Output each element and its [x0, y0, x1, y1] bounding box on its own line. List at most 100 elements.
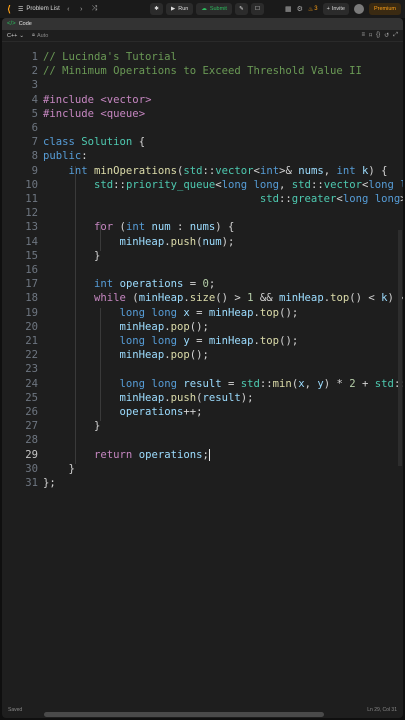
code-token: ) * — [323, 377, 350, 390]
code-line[interactable]: 3 — [2, 78, 403, 92]
code-token: // Minimum Operations to Exceed Threshol… — [43, 65, 362, 78]
code-line[interactable]: 18 while (minHeap.size() > 1 && minHeap.… — [2, 291, 403, 305]
code-line[interactable]: 9 int minOperations(std::vector<int>& nu… — [2, 164, 403, 178]
code-line[interactable]: 10 std::priority_queue<long long, std::v… — [2, 178, 403, 192]
chat-button[interactable]: ☐ — [250, 3, 264, 15]
line-number: 31 — [25, 477, 38, 489]
code-token: std — [94, 178, 114, 191]
run-button[interactable]: ▶ Run — [166, 3, 194, 15]
code-line[interactable]: 31}; — [2, 476, 403, 490]
code-line[interactable]: 1 // Lucinda's Tutorial — [2, 50, 403, 64]
code-token: ++; — [183, 406, 203, 418]
line-number: 10 — [25, 178, 38, 191]
notes-button[interactable]: ✎ — [234, 3, 248, 15]
submit-button[interactable]: ☁ Submit — [196, 3, 232, 15]
format-icon[interactable]: ≡ — [362, 32, 366, 39]
code-token: minHeap — [119, 235, 165, 248]
code-line[interactable]: 29 return operations; — [2, 448, 403, 462]
line-number: 21 — [25, 335, 38, 347]
code-token: std — [259, 193, 279, 205]
premium-button[interactable]: Premium — [368, 3, 401, 15]
code-token: vector — [215, 164, 254, 177]
run-controls: ✱ ▶ Run ☁ Submit ✎ ☐ — [150, 3, 264, 15]
code-line[interactable]: 25 minHeap.push(result); — [2, 391, 403, 405]
debug-button[interactable]: ✱ — [150, 3, 163, 15]
shuffle-icon[interactable]: ⤨ — [90, 5, 99, 13]
fullscreen-icon[interactable]: ⤢ — [393, 32, 398, 39]
reset-icon[interactable]: ↺ — [384, 32, 389, 39]
code-token: = — [189, 306, 209, 319]
code-line[interactable]: 17 int operations = 0; — [2, 277, 403, 291]
prev-problem-icon[interactable]: ‹ — [64, 6, 73, 13]
code-token: push — [170, 235, 197, 248]
code-token: : — [81, 150, 88, 163]
code-line[interactable]: 28 — [2, 433, 403, 447]
code-line[interactable]: 30 } — [2, 462, 403, 476]
code-line[interactable]: 6 — [2, 121, 403, 135]
line-number: 8 — [31, 150, 38, 163]
layout-icon[interactable]: ▦ — [285, 5, 292, 13]
run-label: Run — [178, 6, 189, 12]
code-token: }; — [43, 477, 56, 489]
line-number: 3 — [31, 79, 38, 92]
code-token: #include — [43, 107, 95, 120]
avatar[interactable] — [353, 4, 364, 14]
line-number: 5 — [31, 107, 38, 120]
code-token: = — [183, 278, 203, 291]
problem-list-link[interactable]: ☰ Problem List — [18, 6, 60, 13]
code-text: } — [43, 462, 75, 476]
code-editor[interactable]: 1 // Lucinda's Tutorial 2 // Minimum Operat… — [2, 46, 403, 706]
code-line[interactable]: 21 long long y = minHeap.top(); — [2, 334, 403, 348]
code-line[interactable]: 16 — [2, 263, 403, 277]
code-line[interactable]: 4 #include <vector> — [2, 93, 403, 107]
code-line[interactable]: 8 public: — [2, 149, 403, 163]
code-token: long long — [119, 335, 177, 347]
code-text: std::priority_queue<long long, std::vect… — [43, 178, 403, 192]
code-line[interactable]: 23 — [2, 362, 403, 376]
code-token: { — [132, 136, 146, 149]
code-text: #include <queue> — [43, 107, 145, 121]
lock-icon: 🔒︎ — [32, 32, 35, 38]
code-line[interactable]: 5 #include <queue> — [2, 107, 403, 121]
code-token: minHeap — [208, 306, 254, 319]
code-line[interactable]: 22 minHeap.pop(); — [2, 348, 403, 362]
code-line[interactable]: 27 } — [2, 419, 403, 433]
braces-icon[interactable]: {} — [376, 32, 380, 39]
code-text: long long result = std::min(x, y) * 2 + … — [43, 377, 403, 391]
code-line[interactable]: 19 long long x = minHeap.top(); — [2, 306, 403, 320]
code-line[interactable]: 11 std::greater<long long>> minHeap; — [2, 192, 403, 206]
code-token: :: — [259, 377, 273, 390]
settings-icon[interactable]: ⚙ — [297, 5, 303, 13]
code-token: minHeap — [208, 335, 254, 347]
code-token: minOperations — [94, 164, 177, 177]
code-token: size — [189, 292, 216, 305]
auto-mode-toggle[interactable]: 🔒︎ Auto — [32, 32, 48, 39]
streak-counter[interactable]: ♨ 3 — [308, 6, 318, 13]
code-line[interactable]: 13 for (int num : nums) { — [2, 220, 403, 234]
invite-button[interactable]: + Invite — [322, 3, 349, 15]
code-line[interactable]: 20 minHeap.pop(); — [2, 320, 403, 334]
code-line[interactable]: 15 } — [2, 249, 403, 263]
next-problem-icon[interactable]: › — [77, 6, 86, 13]
code-token: priority_queue — [125, 178, 216, 191]
code-line[interactable]: 14 minHeap.push(num); — [2, 235, 403, 249]
list-icon: ☰ — [18, 6, 24, 13]
code-text: minHeap.push(num); — [43, 235, 235, 249]
code-line[interactable]: 7 class Solution { — [2, 135, 403, 149]
code-token: :: — [113, 178, 126, 191]
code-line[interactable]: 12 — [2, 206, 403, 220]
leetcode-logo-icon[interactable]: ⟨ — [4, 4, 14, 14]
code-tab[interactable]: Code — [19, 21, 32, 27]
code-line[interactable]: 2 // Minimum Operations to Exceed Thresho… — [2, 64, 403, 78]
code-line[interactable]: 26 operations++; — [2, 405, 403, 419]
vertical-scrollbar[interactable] — [398, 230, 402, 466]
bookmark-icon[interactable]: ⌑ — [369, 32, 372, 39]
code-line[interactable]: 24 long long result = std::min(x, y) * 2… — [2, 377, 403, 391]
code-panel: </> Code C++ ⌄ 🔒︎ Auto ≡ ⌑ {} ↺ ⤢ 1 // Lu… — [2, 18, 403, 718]
language-selector[interactable]: C++ ⌄ — [7, 33, 24, 39]
code-token: ); — [221, 235, 235, 248]
